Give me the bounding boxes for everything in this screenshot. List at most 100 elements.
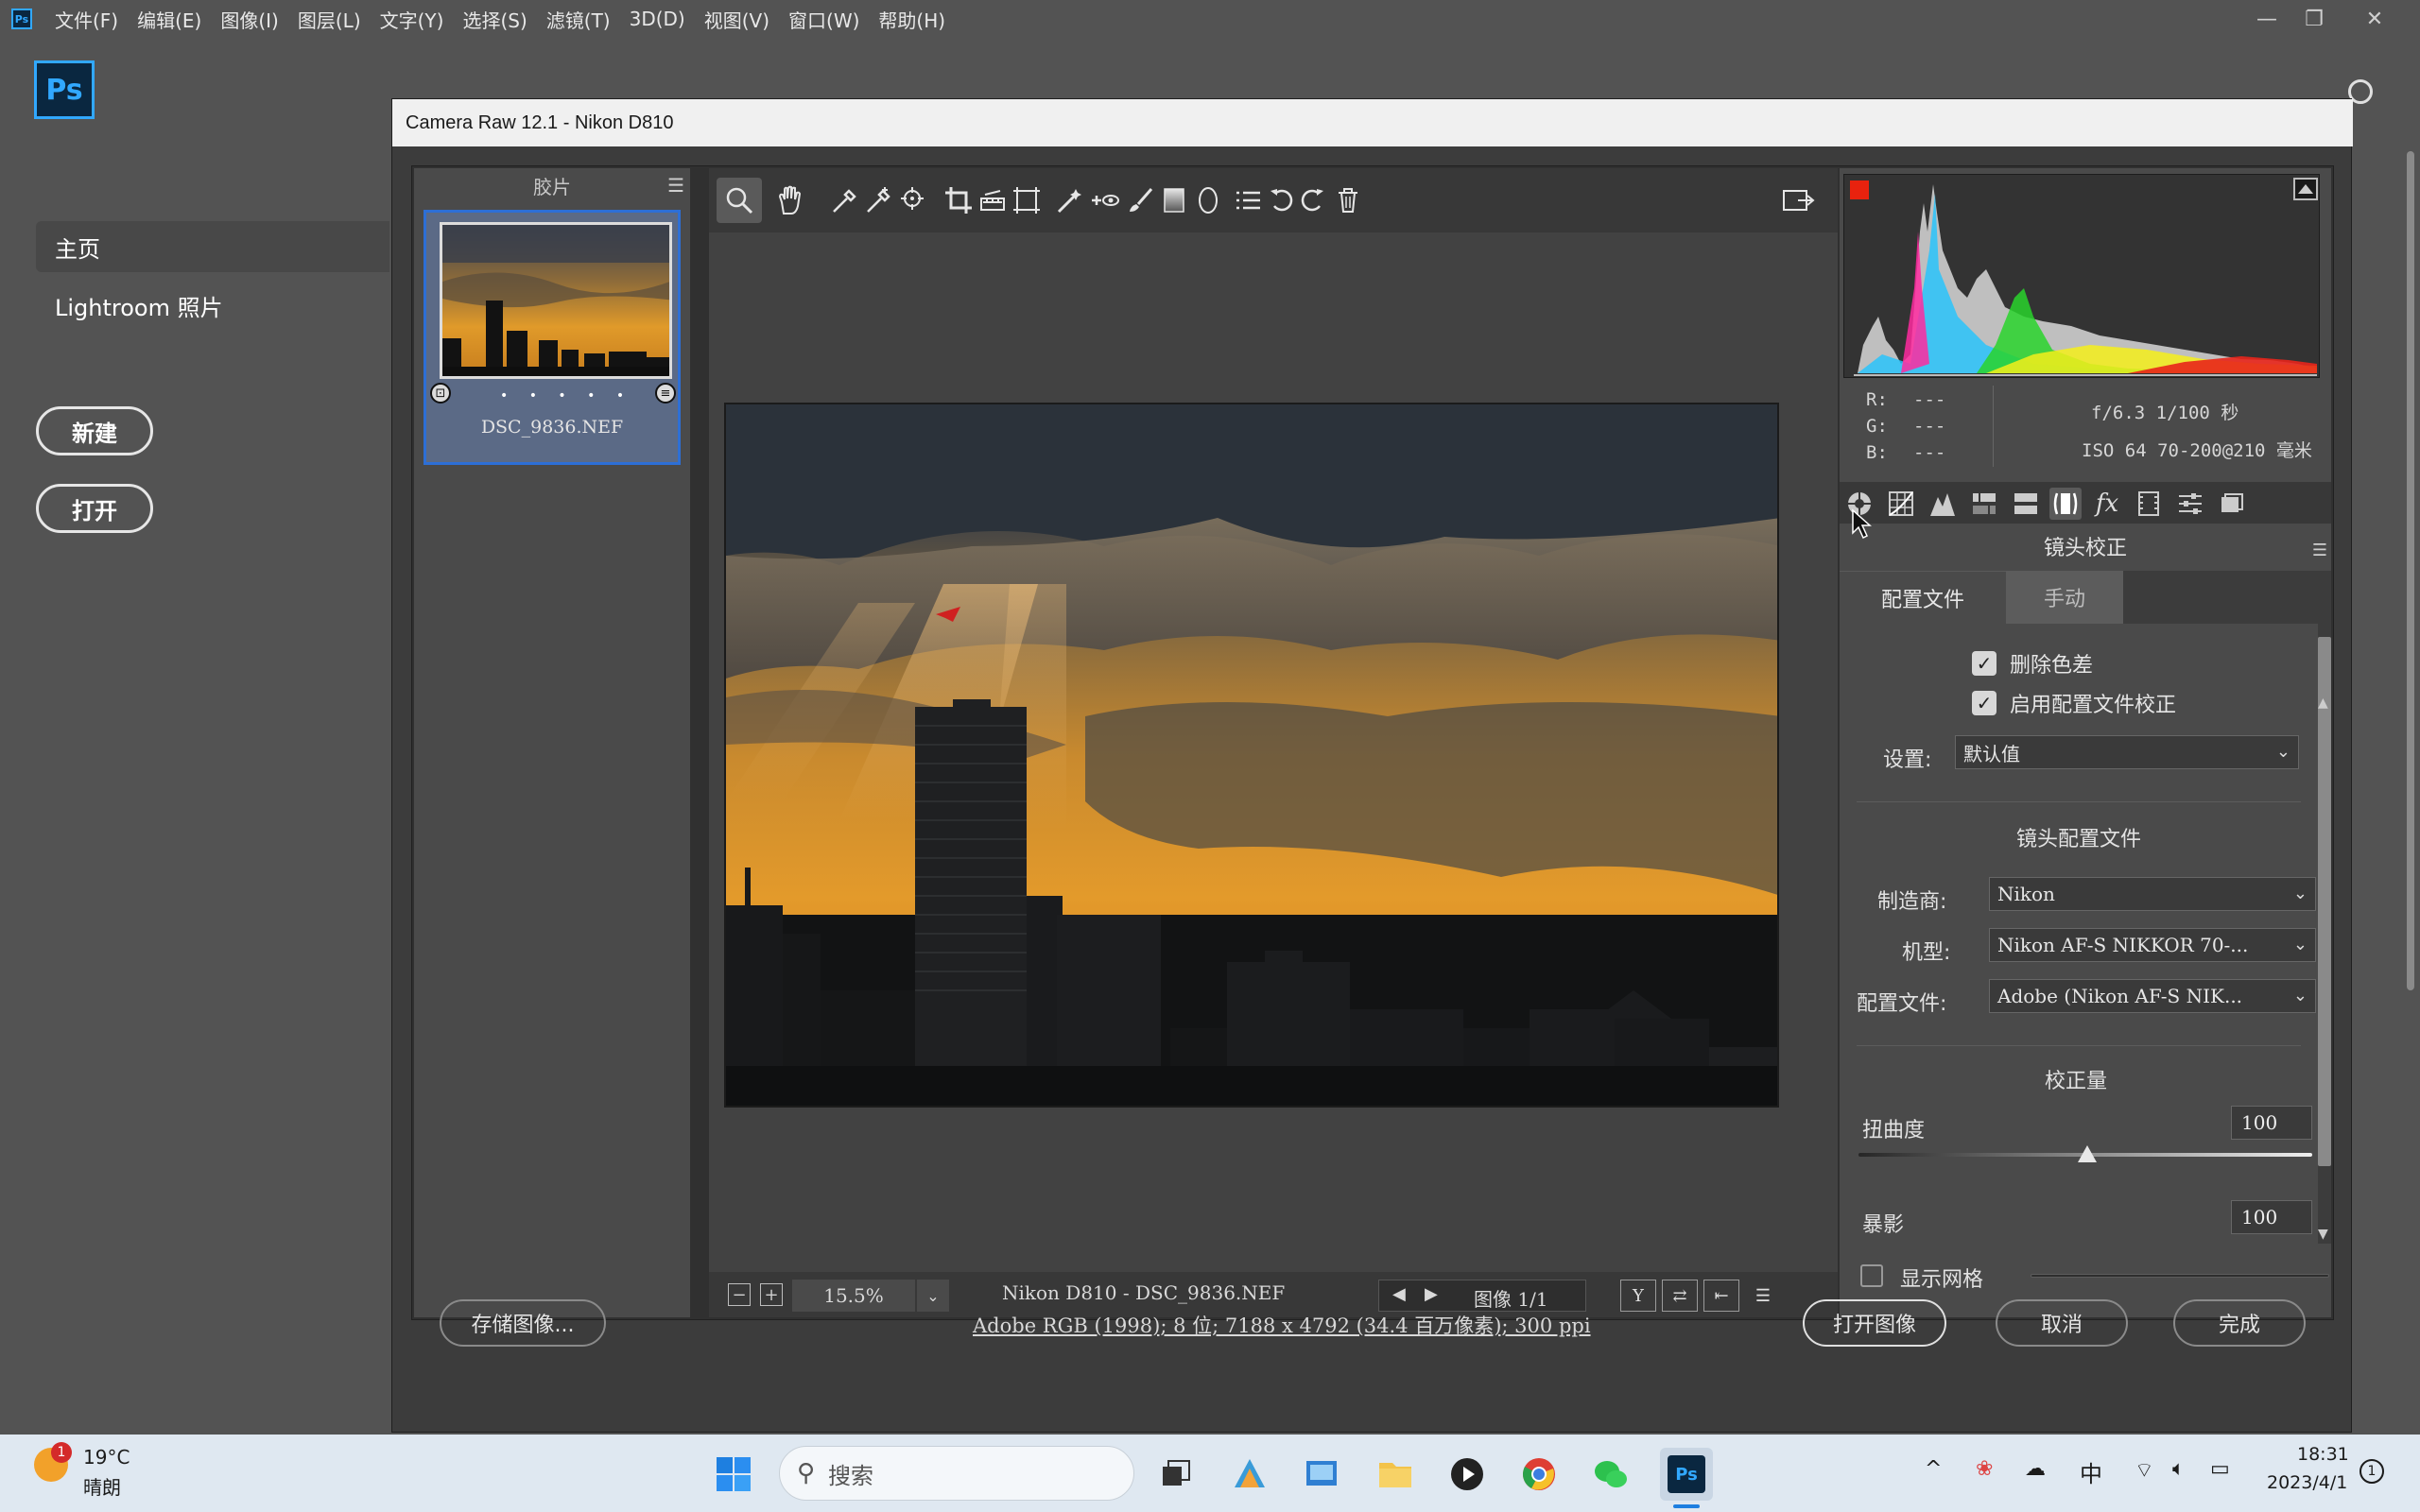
make-select[interactable]: Nikon ⌄ — [1989, 877, 2316, 911]
scroll-up-icon[interactable]: ▲ — [2318, 696, 2328, 711]
menu-help[interactable]: 帮助(H) — [878, 6, 945, 33]
done-button[interactable]: 完成 — [2173, 1299, 2306, 1347]
profile-select[interactable]: Adobe (Nikon AF-S NIK... ⌄ — [1989, 979, 2316, 1013]
notification-badge[interactable]: 1 — [2360, 1459, 2384, 1484]
new-button[interactable]: 新建 — [36, 406, 153, 455]
save-image-button[interactable]: 存储图像... — [440, 1299, 606, 1347]
targeted-adjustment-tool-icon[interactable] — [892, 178, 938, 223]
open-image-button[interactable]: 打开图像 — [1803, 1299, 1946, 1347]
main-photo-preview[interactable] — [724, 403, 1779, 1108]
menu-3d[interactable]: 3D(D) — [630, 8, 685, 30]
open-button[interactable]: 打开 — [36, 484, 153, 533]
menu-select[interactable]: 选择(S) — [462, 6, 527, 33]
media-player-icon[interactable] — [1441, 1448, 1494, 1501]
detail-tab-icon[interactable] — [1927, 488, 1959, 520]
zoom-dropdown-chevron-icon[interactable]: ⌄ — [917, 1280, 949, 1312]
hsl-tab-icon[interactable] — [1968, 488, 2000, 520]
onedrive-cloud-icon[interactable]: ☁ — [2025, 1457, 2046, 1481]
clock-date[interactable]: 2023/4/1 — [2267, 1472, 2347, 1493]
zoom-in-button[interactable]: + — [760, 1283, 783, 1306]
menu-view[interactable]: 视图(V) — [704, 6, 769, 33]
volume-icon[interactable]: 🔈︎ — [2172, 1457, 2185, 1481]
menu-image[interactable]: 图像(I) — [220, 6, 279, 33]
wifi-icon[interactable]: ⌔ — [2135, 1457, 2154, 1484]
delete-icon[interactable] — [1325, 178, 1371, 223]
tray-app-icon[interactable]: ❀ — [1976, 1457, 1993, 1481]
battery-icon[interactable]: ▭ — [2210, 1457, 2230, 1481]
enable-profile-row[interactable]: ✓ 启用配置文件校正 — [1972, 688, 2176, 718]
setup-select[interactable]: 默认值 ⌄ — [1955, 735, 2299, 769]
show-hidden-icons-chevron-icon[interactable]: ^ — [1925, 1457, 1942, 1481]
grid-size-slider[interactable] — [2031, 1274, 2329, 1278]
effects-tab-icon[interactable]: fx — [2091, 488, 2123, 520]
close-button[interactable]: ✕ — [2348, 0, 2401, 38]
radial-filter-icon[interactable] — [1185, 178, 1231, 223]
app-icon[interactable] — [1223, 1448, 1276, 1501]
page-scrollbar[interactable] — [2407, 151, 2414, 990]
distortion-slider-thumb[interactable] — [2078, 1145, 2097, 1162]
tab-manual[interactable]: 手动 — [2006, 571, 2123, 624]
panel-menu-icon[interactable]: ☰ — [2312, 541, 2327, 560]
enable-profile-checkbox[interactable]: ✓ — [1972, 691, 1996, 715]
zoom-tool-icon[interactable] — [717, 178, 762, 223]
copy-settings-icon[interactable]: ⇤ — [1703, 1280, 1739, 1312]
menu-layer[interactable]: 图层(L) — [298, 6, 361, 33]
remove-ca-checkbox[interactable]: ✓ — [1972, 651, 1996, 676]
hand-tool-icon[interactable] — [768, 178, 813, 223]
nav-home[interactable]: 主页 — [36, 221, 389, 272]
show-grid-checkbox[interactable] — [1860, 1264, 1883, 1287]
lens-corrections-tab-icon[interactable] — [2049, 488, 2082, 520]
lens-subtabs: 配置文件 手动 — [1840, 571, 2331, 624]
workflow-options-link[interactable]: Adobe RGB (1998); 8 位; 7188 x 4792 (34.4… — [973, 1311, 1591, 1339]
cancel-button[interactable]: 取消 — [1996, 1299, 2128, 1347]
profile-label: 配置文件: — [1857, 992, 1947, 1016]
distortion-value-input[interactable]: 100 — [2231, 1106, 2312, 1140]
menu-file[interactable]: 文件(F) — [55, 6, 118, 33]
menu-type[interactable]: 文字(Y) — [380, 6, 444, 33]
snapshots-tab-icon[interactable] — [2216, 488, 2248, 520]
menu-edit[interactable]: 编辑(E) — [137, 6, 201, 33]
chevron-down-icon: ⌄ — [2275, 742, 2290, 762]
presets-tab-icon[interactable] — [2174, 488, 2206, 520]
tone-curve-tab-icon[interactable] — [1885, 488, 1917, 520]
model-select[interactable]: Nikon AF-S NIKKOR 70-... ⌄ — [1989, 928, 2316, 962]
filmstrip-menu-icon[interactable]: ☰ — [667, 174, 684, 197]
zoom-level[interactable]: 15.5% — [792, 1280, 915, 1312]
taskbar-search[interactable]: ⚲ 搜索 — [779, 1446, 1134, 1501]
vignette-value-input[interactable]: 100 — [2231, 1200, 2312, 1234]
swap-settings-icon[interactable]: ⇄ — [1662, 1280, 1698, 1312]
nav-lightroom-photos[interactable]: Lightroom 照片 — [55, 289, 223, 322]
next-image-icon[interactable]: ▶ — [1425, 1284, 1438, 1304]
split-toning-tab-icon[interactable] — [2010, 488, 2042, 520]
control-panel-icon[interactable] — [1295, 1448, 1348, 1501]
photoshop-taskbar-icon[interactable]: Ps — [1660, 1448, 1713, 1501]
before-after-view-icon[interactable]: Y — [1620, 1280, 1656, 1312]
transform-tool-icon[interactable] — [1004, 178, 1049, 223]
remove-ca-row[interactable]: ✓ 删除色差 — [1972, 648, 2093, 679]
input-method-indicator[interactable]: 中 — [2080, 1455, 2102, 1488]
minimize-button[interactable]: — — [2240, 0, 2293, 38]
task-view-icon[interactable] — [1150, 1448, 1202, 1501]
weather-temp[interactable]: 19°C — [83, 1446, 130, 1469]
previous-image-icon[interactable]: ◀ — [1392, 1284, 1406, 1304]
file-explorer-icon[interactable] — [1369, 1448, 1422, 1501]
rating-dots[interactable]: • • • • • — [500, 388, 632, 404]
scroll-down-icon[interactable]: ▼ — [2318, 1227, 2328, 1242]
toggle-settings-icon[interactable]: ☰ — [1745, 1280, 1781, 1312]
zoom-out-button[interactable]: − — [728, 1283, 751, 1306]
toggle-fullscreen-icon[interactable] — [1775, 178, 1821, 223]
panel-scrollbar-thumb[interactable] — [2318, 637, 2331, 1166]
menu-filter[interactable]: 滤镜(T) — [546, 6, 611, 33]
panel-scrollbar[interactable] — [2318, 624, 2331, 1244]
weather-desc[interactable]: 晴朗 — [83, 1472, 121, 1500]
chrome-icon[interactable] — [1512, 1448, 1565, 1501]
restore-button[interactable]: ❐ — [2288, 0, 2341, 38]
filmstrip-thumbnail[interactable]: ⊡ • • • • • ≡ DSC_9836.NEF — [424, 210, 681, 465]
clock-time[interactable]: 18:31 — [2297, 1444, 2349, 1465]
menu-window[interactable]: 窗口(W) — [788, 6, 859, 33]
windows-start-icon[interactable] — [707, 1448, 760, 1501]
vignette-label: 暴影 — [1862, 1213, 1905, 1237]
calibration-tab-icon[interactable] — [2133, 488, 2165, 520]
tab-profile[interactable]: 配置文件 — [1840, 571, 2006, 624]
wechat-icon[interactable] — [1584, 1448, 1637, 1501]
